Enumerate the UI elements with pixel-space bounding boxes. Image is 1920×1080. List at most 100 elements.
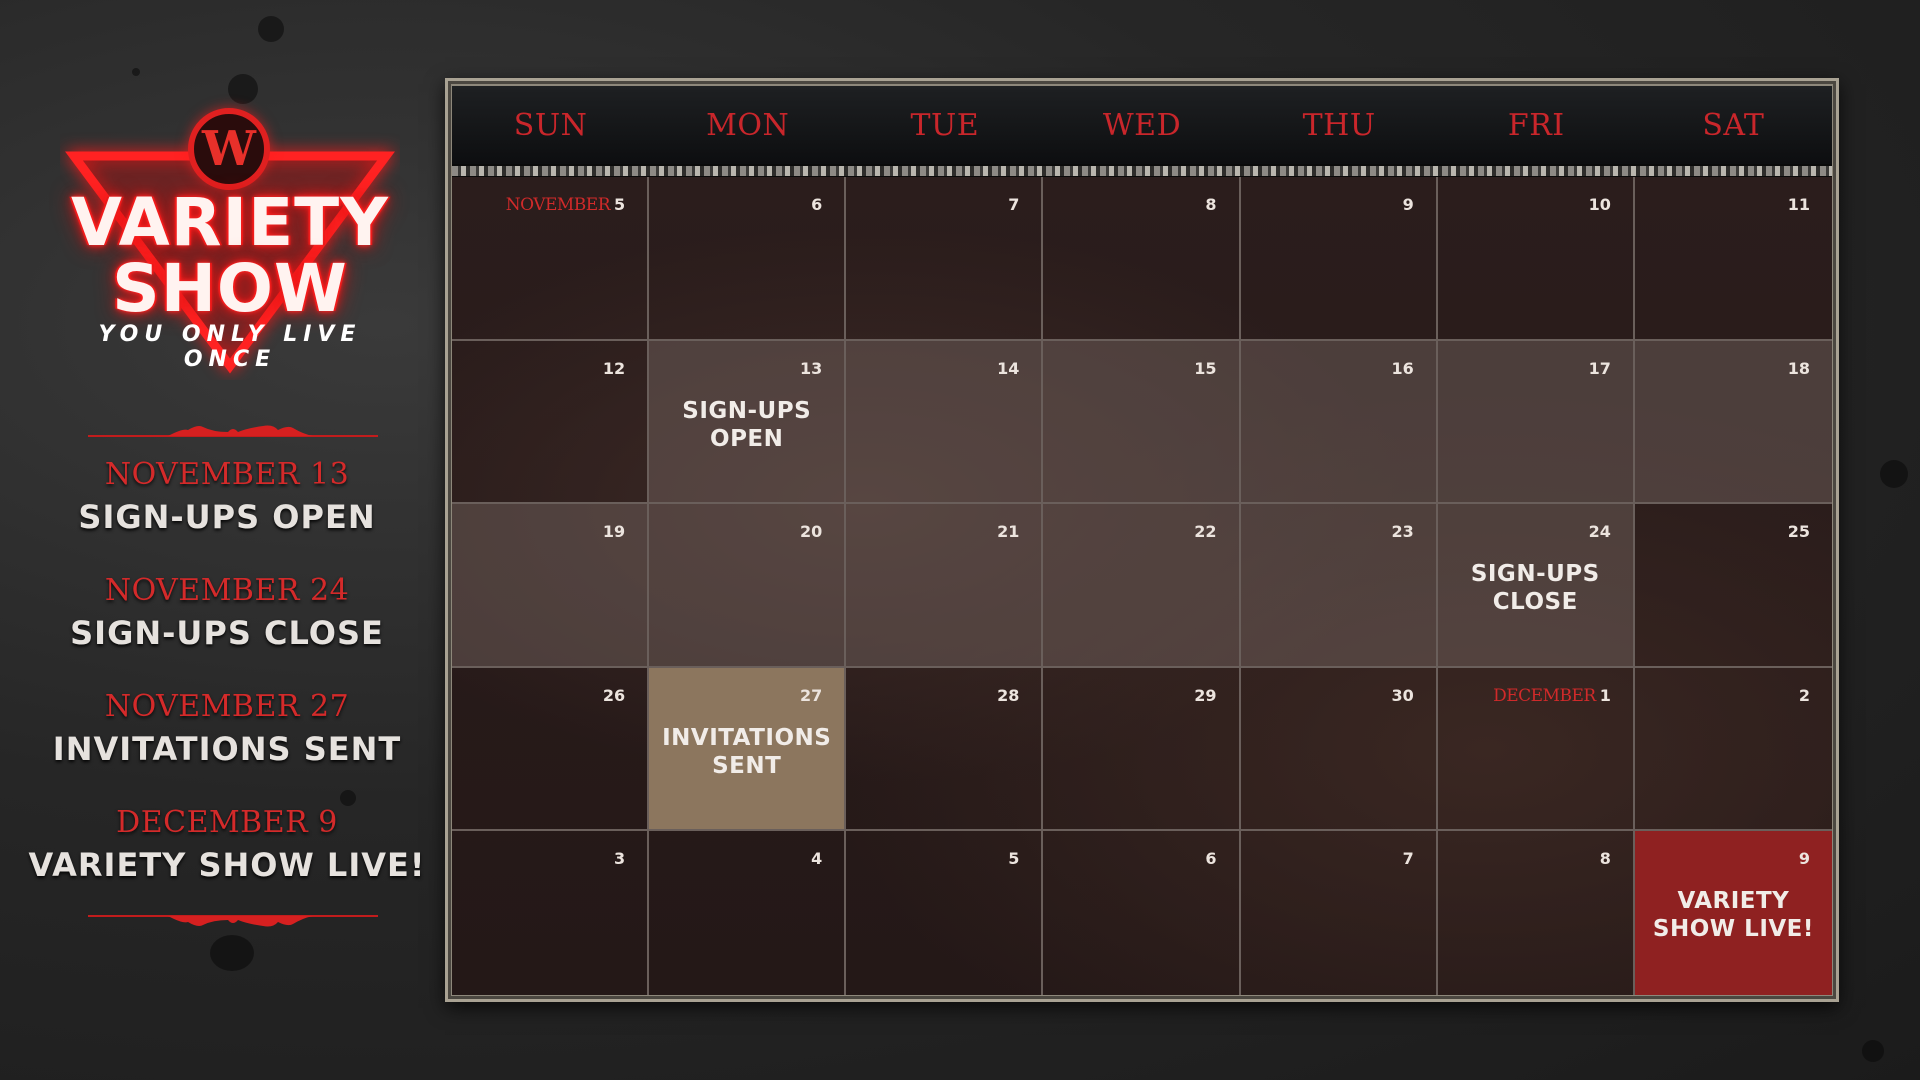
cell-day-number: 29 <box>1194 685 1217 705</box>
calendar-cell: 6 <box>1043 831 1241 995</box>
calendar-cell: 15 <box>1043 340 1241 505</box>
calendar-cell-event: 24 SIGN-UPS CLOSE <box>1437 504 1635 668</box>
day-name-mon: MON <box>706 107 790 143</box>
cell-day-number: 25 <box>1787 522 1810 542</box>
logo-title-show: SHOW <box>112 250 348 327</box>
cell-day-number: 19 <box>602 522 626 542</box>
cell-date: 6 <box>1205 849 1216 868</box>
day-name-thu: THU <box>1302 107 1376 143</box>
cell-date: 8 <box>1205 195 1216 214</box>
cell-event-label: SIGN-UPS CLOSE <box>1470 561 1600 616</box>
cell-date: DECEMBER 1 <box>1493 686 1611 706</box>
cell-day-number: 17 <box>1588 358 1611 378</box>
milestone-label: VARIETY SHOW LIVE! <box>28 846 426 884</box>
cell-date: 8 <box>1600 849 1611 868</box>
cell-day-number: 11 <box>1787 195 1810 214</box>
cell-day-number: 27 <box>800 685 823 705</box>
cell-day-number: 10 <box>1588 195 1611 214</box>
cell-date: 20 <box>800 522 822 541</box>
blood-divider-top <box>88 425 378 437</box>
day-name-sun: SUN <box>513 107 588 143</box>
calendar-cell: 29 <box>1043 667 1241 832</box>
variety-show-logo: W VARIETY SHOW YOU ONLY LIVE ONCE <box>60 100 400 380</box>
calendar-cell: NOVEMBER 5 <box>452 177 650 341</box>
cell-date: 11 <box>1788 195 1810 214</box>
background-speck <box>132 68 140 76</box>
cell-date: 23 <box>1391 522 1413 541</box>
cell-day-number: 3 <box>614 849 626 869</box>
cell-day-number: 7 <box>1402 849 1414 869</box>
calendar-cell-event: 9 VARIETY SHOW LIVE! <box>1634 831 1832 995</box>
calendar-cell: 26 <box>452 667 650 832</box>
cell-day-number: 7 <box>1008 195 1020 214</box>
cell-day-number: 12 <box>602 358 626 378</box>
calendar-cell: 17 <box>1437 340 1635 505</box>
cell-date: 12 <box>603 359 625 378</box>
cell-date: 7 <box>1008 195 1019 214</box>
calendar-cell: 5 <box>846 831 1044 995</box>
cell-day-number: 13 <box>800 358 823 378</box>
calendar-grid: NOVEMBER 5 6 7 8 9 10 11 12 13 SIGN-UPS OPEN 14 15 16… <box>452 177 1832 995</box>
background-speck <box>1880 460 1908 488</box>
day-name-tue: TUE <box>910 107 980 143</box>
milestone-show-live: DECEMBER 9 VARIETY SHOW LIVE! <box>0 803 454 919</box>
calendar-cell: 11 <box>1634 177 1832 341</box>
calendar-cell: 6 <box>649 177 847 341</box>
milestone-date: NOVEMBER 27 <box>104 689 350 724</box>
cell-event-label: INVITATIONS SENT <box>662 724 832 779</box>
calendar-cell: 14 <box>846 340 1044 505</box>
day-name-sat: SAT <box>1702 107 1765 143</box>
cell-date: 30 <box>1391 686 1413 705</box>
cell-month-label: NOVEMBER <box>505 195 611 215</box>
calendar-cell: 7 <box>846 177 1044 341</box>
cell-day-number: 9 <box>1798 849 1810 869</box>
milestone-date: NOVEMBER 13 <box>104 457 350 492</box>
cell-date: 21 <box>997 522 1019 541</box>
cell-day-number: 15 <box>1194 358 1217 378</box>
cell-day-number: 16 <box>1391 358 1414 378</box>
background-speck <box>1862 1040 1884 1062</box>
cell-date: 3 <box>614 849 625 868</box>
cell-day-number: 14 <box>997 358 1020 378</box>
w-badge-icon: W <box>188 108 270 190</box>
milestone-date: DECEMBER 9 <box>116 805 338 840</box>
cell-date: NOVEMBER 5 <box>506 195 625 215</box>
cell-day-number: 23 <box>1391 522 1414 542</box>
cell-day-number: 21 <box>997 522 1020 542</box>
cell-date: 18 <box>1788 359 1810 378</box>
cell-day-number: 28 <box>997 685 1020 705</box>
cell-day-number: 8 <box>1599 849 1611 869</box>
calendar-cell: 19 <box>452 504 650 668</box>
calendar-cell: 8 <box>1043 177 1241 341</box>
cell-day-number: 5 <box>614 195 626 214</box>
cell-date: 10 <box>1589 195 1611 214</box>
calendar-cell: 16 <box>1240 340 1438 505</box>
day-name-fri: FRI <box>1507 107 1565 143</box>
milestone-date: NOVEMBER 24 <box>104 573 350 608</box>
calendar-cell: 7 <box>1241 831 1438 995</box>
background-speck <box>210 935 254 971</box>
cell-date: 25 <box>1788 522 1810 541</box>
calendar-cell: 9 <box>1240 177 1438 341</box>
calendar-cell: 28 <box>846 667 1044 832</box>
cell-date: 4 <box>811 849 822 868</box>
cell-date: 14 <box>997 359 1019 378</box>
cell-day-number: 5 <box>1008 849 1020 869</box>
cell-date: 13 <box>800 359 822 378</box>
logo-tagline: YOU ONLY LIVE ONCE <box>98 322 362 372</box>
background-speck <box>258 16 284 42</box>
calendar-cell: 21 <box>846 504 1044 668</box>
cell-day-number: 22 <box>1194 522 1217 542</box>
cell-day-number: 18 <box>1787 358 1810 378</box>
cell-day-number: 6 <box>811 195 823 214</box>
calendar-cell: 20 <box>649 504 847 668</box>
calendar-header: SUN MON TUE WED THU FRI SAT <box>452 86 1832 164</box>
milestone-label: INVITATIONS SENT <box>52 730 402 768</box>
cell-event-label: VARIETY SHOW LIVE! <box>1652 888 1814 943</box>
calendar-cell: DECEMBER 1 <box>1437 667 1635 832</box>
cell-date: 29 <box>1194 686 1216 705</box>
calendar-cell: 12 <box>452 340 650 505</box>
cell-date: 28 <box>997 686 1019 705</box>
cell-date: 2 <box>1799 686 1810 705</box>
cell-day-number: 6 <box>1205 849 1217 869</box>
